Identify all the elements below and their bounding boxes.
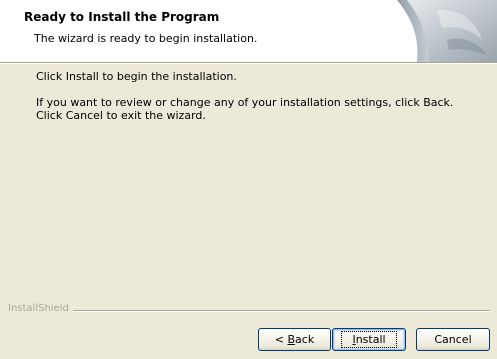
header-divider: [0, 62, 497, 64]
page-title: Ready to Install the Program: [24, 10, 220, 24]
install-button[interactable]: Install: [332, 328, 406, 351]
page-subtitle: The wizard is ready to begin installatio…: [34, 32, 258, 45]
header-panel: Ready to Install the Program The wizard …: [0, 0, 497, 62]
info-text: If you want to review or change any of y…: [36, 96, 454, 122]
instruction-text: Click Install to begin the installation.: [36, 70, 237, 83]
cancel-button-label: Cancel: [434, 333, 472, 346]
installshield-brand: InstallShield: [8, 303, 73, 314]
footer-divider: [70, 310, 490, 312]
back-button-label: < Back: [274, 333, 315, 346]
installer-window: Ready to Install the Program The wizard …: [0, 0, 497, 359]
page-curl-icon: [397, 0, 497, 62]
install-button-label: Install: [341, 331, 397, 348]
cancel-button[interactable]: Cancel: [416, 328, 490, 351]
back-button[interactable]: < Back: [258, 328, 331, 351]
